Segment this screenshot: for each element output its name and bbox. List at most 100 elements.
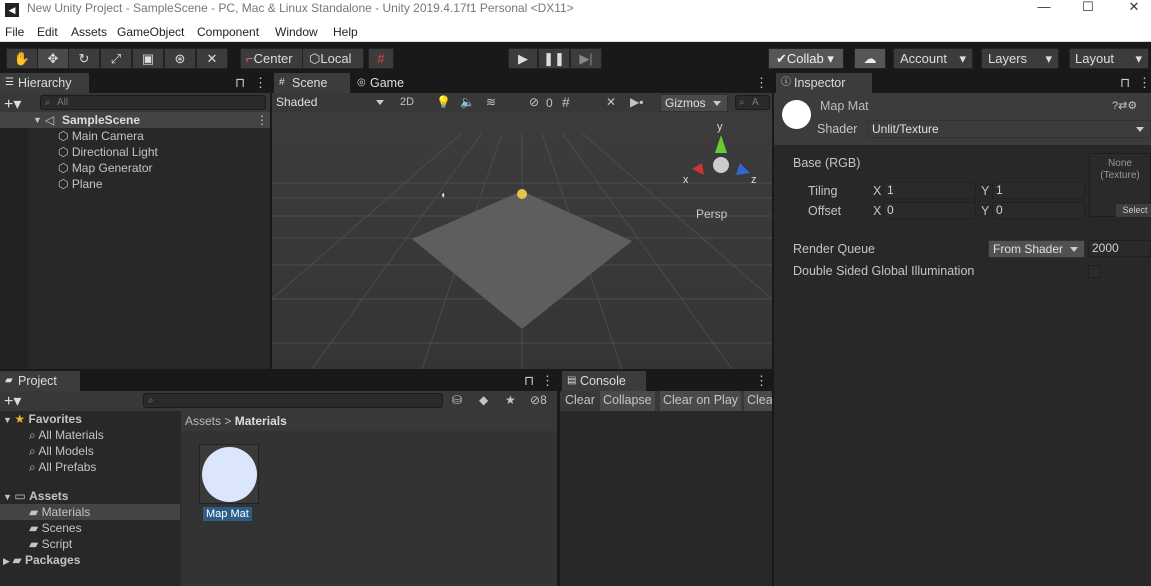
render-queue-dropdown[interactable]: From Shader [988, 240, 1085, 258]
menu-help[interactable]: Help [333, 25, 358, 39]
tab-inspector[interactable]: ⓘ Inspector [776, 73, 872, 93]
dsgi-checkbox[interactable] [1088, 265, 1101, 278]
close-button[interactable]: ✕ [1111, 0, 1151, 22]
play-button[interactable]: ▶ [508, 48, 538, 69]
scale-tool-icon[interactable]: ⤢ [100, 48, 132, 69]
shader-dropdown[interactable]: Unlit/Texture [867, 120, 1151, 138]
menu-gameobject[interactable]: GameObject [117, 25, 184, 39]
folder-item[interactable]: ▰ Scenes [29, 520, 82, 536]
collab-dropdown[interactable]: ✔Collab ▾ [768, 48, 844, 69]
menu-edit[interactable]: Edit [37, 25, 58, 39]
pivot-local-toggle[interactable]: ⬡Local [302, 48, 364, 69]
pause-button[interactable]: ❚❚ [538, 48, 570, 69]
panel-menu-icon[interactable]: ⋮ [254, 75, 267, 91]
perspective-label[interactable]: Persp [696, 207, 728, 221]
menu-component[interactable]: Component [197, 25, 259, 39]
filter-type-icon[interactable]: ⛁ [452, 393, 462, 407]
maximize-button[interactable]: ☐ [1065, 0, 1111, 22]
pivot-center-toggle[interactable]: ⌐Center [240, 48, 303, 69]
render-queue-input[interactable]: 2000 [1088, 240, 1151, 257]
panel-menu-icon[interactable]: ⋮ [1138, 75, 1151, 91]
breadcrumb-materials[interactable]: Materials [235, 414, 287, 428]
add-icon[interactable]: +▾ [4, 94, 21, 114]
clear-on-build-toggle[interactable]: Clea [744, 391, 772, 411]
tab-game[interactable]: ◎ Game [352, 73, 422, 93]
move-tool-icon[interactable]: ✥ [37, 48, 69, 69]
tab-project[interactable]: ▰ Project [0, 371, 80, 391]
transform-tool-icon[interactable]: ⊛ [164, 48, 196, 69]
custom-tool-icon[interactable]: ✕ [196, 48, 228, 69]
add-icon[interactable]: +▾ [4, 391, 21, 411]
clear-on-play-toggle[interactable]: Clear on Play [660, 391, 742, 411]
scene-menu-icon[interactable]: ⋮ [256, 112, 268, 128]
scene-viewport[interactable]: ◖ y x z Persp [272, 113, 772, 369]
light-gizmo-icon[interactable] [517, 189, 527, 199]
panel-menu-icon[interactable]: ⋮ [755, 75, 768, 91]
favorite-item[interactable]: ⌕ All Prefabs [29, 459, 96, 475]
scene-search-input[interactable]: ⌕ A [735, 95, 770, 110]
camera-gizmo-icon[interactable]: ◖ [440, 190, 446, 201]
tiling-x-input[interactable]: 1 [883, 182, 976, 199]
folder-item-materials[interactable]: ▰ Materials [0, 504, 180, 520]
panel-menu-icon[interactable]: ⋮ [541, 373, 554, 389]
favorite-item[interactable]: ⌕ All Materials [29, 427, 104, 443]
lock-icon[interactable]: ⊓ [235, 75, 245, 91]
panel-menu-icon[interactable]: ⋮ [755, 373, 768, 389]
menu-file[interactable]: File [5, 25, 24, 39]
tiling-y-input[interactable]: 1 [992, 182, 1085, 199]
step-button[interactable]: ▶| [570, 48, 602, 69]
offset-y-input[interactable]: 0 [992, 202, 1085, 219]
offset-x-input[interactable]: 0 [883, 202, 976, 219]
texture-slot[interactable]: None (Texture) Select [1089, 153, 1151, 217]
hierarchy-item[interactable]: ⬡ Directional Light [58, 144, 158, 160]
lock-icon[interactable]: ⊓ [1120, 75, 1130, 91]
hand-tool-icon[interactable]: ✋ [6, 48, 38, 69]
menu-window[interactable]: Window [275, 25, 318, 39]
asset-thumbnail[interactable] [199, 444, 259, 504]
favorites-row[interactable]: ▼ ★ Favorites [3, 411, 82, 427]
hidden-objects-icon[interactable]: ⊘ [529, 95, 539, 109]
tab-scene[interactable]: # Scene [274, 73, 350, 93]
label-icon[interactable]: ◆ [479, 393, 488, 407]
rotate-tool-icon[interactable]: ↻ [68, 48, 100, 69]
layout-dropdown[interactable]: Layout ▾ [1069, 48, 1149, 69]
tab-hierarchy[interactable]: ☰ Hierarchy [0, 73, 89, 93]
folder-item[interactable]: ▰ Script [29, 536, 72, 552]
star-icon[interactable]: ★ [505, 393, 516, 407]
clear-button[interactable]: Clear [565, 393, 595, 407]
menu-assets[interactable]: Assets [71, 25, 107, 39]
favorite-item[interactable]: ⌕ All Models [29, 443, 94, 459]
breadcrumb-assets[interactable]: Assets [185, 414, 221, 428]
packages-row[interactable]: ▶ ▰ Packages [3, 552, 80, 568]
assets-row[interactable]: ▼ ▭ Assets [3, 488, 68, 504]
audio-icon[interactable]: 🔈 [460, 95, 475, 109]
hierarchy-item[interactable]: ⬡ Plane [58, 176, 103, 192]
rect-tool-icon[interactable]: ▣ [132, 48, 164, 69]
grid-toggle-icon[interactable]: # [562, 94, 570, 110]
shading-dropdown[interactable]: Shaded [272, 94, 390, 112]
hidden-packages-icon[interactable]: ⊘8 [530, 393, 547, 407]
unity-logo-icon: ◀ [5, 3, 19, 17]
hierarchy-item[interactable]: ⬡ Main Camera [58, 128, 144, 144]
gizmos-dropdown[interactable]: Gizmos [660, 94, 728, 112]
account-dropdown[interactable]: Account ▾ [893, 48, 973, 69]
2d-toggle[interactable]: 2D [400, 96, 414, 108]
scene-row[interactable]: ▼ ◁ SampleScene ⋮ [0, 112, 270, 128]
collapse-toggle[interactable]: Collapse [600, 391, 655, 411]
layers-dropdown[interactable]: Layers ▾ [981, 48, 1059, 69]
hierarchy-item[interactable]: ⬡ Map Generator [58, 160, 153, 176]
camera-icon[interactable]: ▶▪ [630, 95, 643, 109]
tools-icon[interactable]: ✕ [606, 95, 616, 109]
lighting-icon[interactable]: 💡 [436, 95, 451, 109]
tab-console[interactable]: ▤ Console [562, 371, 646, 391]
project-search-input[interactable]: ⌕ [143, 393, 443, 408]
hierarchy-search-input[interactable]: ⌕ All [40, 95, 266, 110]
grid-snap-icon[interactable]: # [368, 48, 394, 69]
texture-select-button[interactable]: Select [1116, 204, 1151, 217]
help-icon[interactable]: ?⇄⚙ [1112, 99, 1137, 112]
lock-icon[interactable]: ⊓ [524, 373, 534, 389]
asset-label[interactable]: Map Mat [203, 507, 252, 521]
minimize-button[interactable]: — [1021, 0, 1067, 22]
effects-icon[interactable]: ≋ [486, 95, 496, 109]
cloud-icon[interactable]: ☁ [854, 48, 886, 69]
